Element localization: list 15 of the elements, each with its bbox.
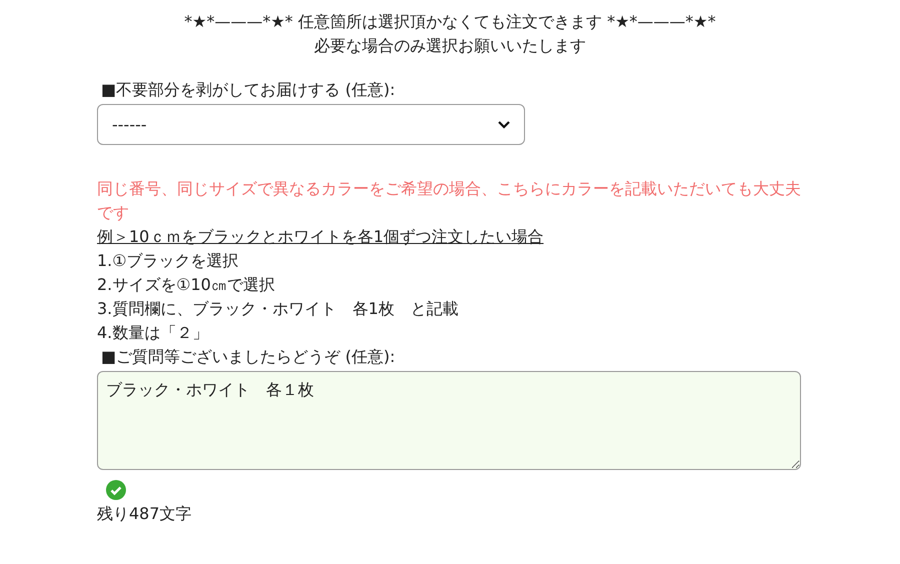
question-field[interactable]: ブラック・ホワイト 各１枚 xyxy=(97,371,801,470)
check-circle-icon xyxy=(106,480,126,500)
step-text: 4.数量は「２」 xyxy=(97,322,210,344)
field-label: ■不要部分を剥がしてお届けする (任意): xyxy=(101,79,396,101)
notice-text: 同じ番号、同じサイズで異なるカラーをご希望の場合、こちらにカラーを記載いただいても大丈夫です xyxy=(97,178,802,224)
chevron-icon xyxy=(498,120,510,128)
field-label: ■ご質問等ございましたらどうぞ (任意): xyxy=(101,346,396,368)
step-text: 1.①ブラックを選択 xyxy=(97,250,240,272)
example-title: 例＞10ｃｍをブラックとホワイトを各1個ずつ注文したい場合 xyxy=(97,226,545,248)
step-text: 3.質問欄に、ブラック・ホワイト 各1枚 と記載 xyxy=(97,298,460,320)
select-field[interactable]: ------ xyxy=(97,104,525,145)
step-text: 2.サイズを①10㎝で選択 xyxy=(97,274,276,296)
header-text: *★*———*★* 任意箇所は選択頂かなくても注文できます *★*———*★* xyxy=(184,11,716,33)
remaining-count: 残り487文字 xyxy=(97,503,193,525)
header-text: 必要な場合のみ選択お願いいたします xyxy=(314,35,586,57)
